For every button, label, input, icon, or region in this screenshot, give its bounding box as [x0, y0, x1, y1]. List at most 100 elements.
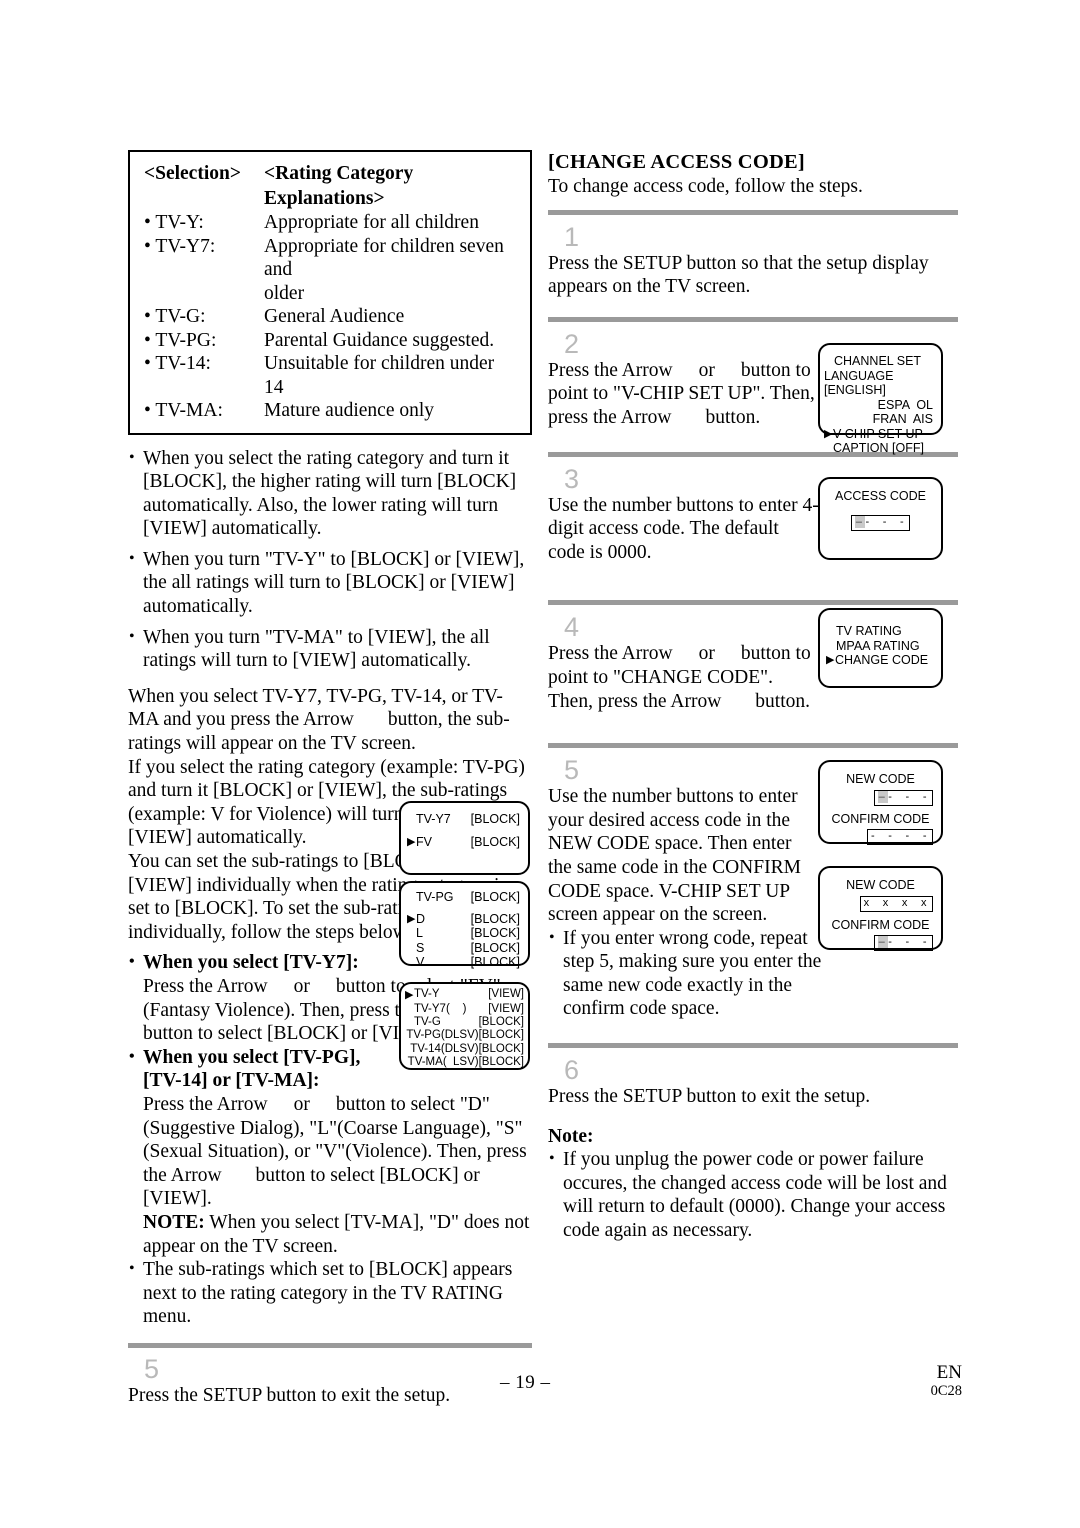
- screen-diagram-new-code-empty: NEW CODE –- - - CONFIRM CODE - - - -: [818, 760, 943, 845]
- rating-category-table: <Selection> <Rating Category Explanation…: [128, 150, 532, 435]
- screen-row-value: [BLOCK]: [478, 1042, 524, 1055]
- cursor-arrow-icon: ▶: [824, 427, 833, 440]
- screen-row-label: TV-14: [410, 1042, 441, 1055]
- screen-row-value: [VIEW]: [488, 1002, 524, 1015]
- code-dashes: - - -: [888, 790, 929, 803]
- cursor-arrow-icon: ▶: [826, 654, 835, 666]
- screen-row-value: [BLOCK]: [478, 1015, 524, 1028]
- screen-row: TV-PG (DLSV) [BLOCK]: [405, 1029, 524, 1042]
- step-4-text: Press the Arrow or button to point to "CHA…: [548, 642, 820, 713]
- divider: [548, 209, 958, 215]
- table-row: • TV-14: Unsuitable for children under 1…: [144, 352, 516, 399]
- screen-row: TV-14 (DLSV) [BLOCK]: [405, 1043, 524, 1056]
- new-code-field[interactable]: –- - -: [873, 789, 933, 806]
- table-row: • TV-Y7: Appropriate for children seven …: [144, 235, 516, 282]
- screen-diagram-vchip-menu: TV RATING MPAA RATING ▶ CHANGE CODE: [818, 608, 943, 688]
- screen-row-label: L: [416, 926, 423, 940]
- rating-selection: • TV-PG:: [144, 329, 217, 351]
- screen-row: ▶ TV-Y [VIEW]: [405, 988, 524, 1003]
- rating-selection: • TV-MA:: [144, 400, 223, 421]
- step-1-text: Press the SETUP button so that the setup…: [548, 252, 929, 298]
- new-code-field[interactable]: x x x x: [859, 895, 933, 912]
- confirm-code-field[interactable]: –- - -: [873, 935, 933, 951]
- note-tvma: NOTE: When you select [TV-MA], "D" does …: [128, 1211, 532, 1258]
- code-dashes: - - -: [888, 936, 929, 948]
- menu-row: FRAN AIS: [824, 412, 937, 427]
- rating-selection: • TV-Y7:: [144, 235, 216, 257]
- footer-language: EN: [936, 1362, 962, 1383]
- screen-row-label: TV-Y: [414, 988, 440, 1000]
- screen-row-label: V: [416, 955, 425, 969]
- screen-row-value: [BLOCK]: [470, 812, 520, 826]
- screen-row-value: [BLOCK]: [470, 940, 520, 955]
- menu-row: TV RATING: [826, 624, 935, 639]
- cursor-arrow-icon: [407, 941, 416, 956]
- rating-header-explanation: <Rating Category Explanations>: [264, 163, 414, 209]
- instructions-tvpg: Press the Arrow or button to select "D"(Su…: [128, 1093, 532, 1211]
- cursor-arrow-icon: ▶: [405, 989, 414, 1001]
- section-intro: To change access code, follow the steps.: [548, 176, 863, 197]
- screen-diagram-new-code-filled: NEW CODE x x x x CONFIRM CODE –- - -: [818, 866, 943, 951]
- screen-row-value: [BLOCK]: [470, 955, 520, 969]
- screen-row: S [BLOCK]: [407, 941, 520, 956]
- divider: [548, 600, 958, 606]
- note-bullet-final: The sub-ratings which set to [BLOCK] app…: [128, 1257, 532, 1329]
- footer-doc-code: 0C28: [930, 1383, 962, 1399]
- confirm-code-field[interactable]: - - - -: [867, 829, 933, 845]
- screen-row: TV-Y7 ( ) [VIEW]: [405, 1003, 524, 1016]
- menu-row: MPAA RATING: [826, 639, 935, 654]
- tvpg-heading-line2: [TV-14] or [TV-MA]:: [143, 1070, 320, 1092]
- paragraph-subratings-appear: When you select TV-Y7, TV-PG, TV-14, or …: [128, 685, 532, 756]
- table-row: • TV-PG: Parental Guidance suggested.: [144, 329, 516, 353]
- menu-row-label: LANGUAGE [ENGLISH]: [824, 368, 894, 398]
- access-code-field[interactable]: –- - -: [850, 514, 911, 531]
- divider: [128, 1342, 532, 1348]
- rating-explanation: Mature audience only: [264, 400, 435, 421]
- confirm-code-label: CONFIRM CODE: [831, 811, 930, 826]
- code-cursor: –: [877, 936, 889, 948]
- note-bullet: When you turn "TV-MA" to [VIEW], the all…: [128, 625, 532, 673]
- manual-page: <Selection> <Rating Category Explanation…: [0, 0, 1080, 1528]
- rating-selection: • TV-G:: [144, 306, 206, 327]
- screen-row-label: FV: [416, 834, 432, 849]
- rating-explanation: Unsuitable for children under 14: [264, 353, 495, 398]
- screen-diagram-access-code: ACCESS CODE –- - -: [818, 477, 943, 560]
- divider: [548, 316, 958, 322]
- cursor-arrow-icon: [405, 1003, 414, 1016]
- step-5-bullet: If you enter wrong code, repeat step 5, …: [548, 926, 835, 1021]
- note-bullet: If you unplug the power code or power fa…: [548, 1147, 958, 1242]
- rating-table-header: <Selection> <Rating Category Explanation…: [144, 161, 516, 211]
- screen-row: V [BLOCK]: [407, 955, 520, 970]
- step-number-6: 6: [564, 1055, 580, 1086]
- cursor-arrow-icon: [407, 812, 416, 827]
- menu-row-label: ESPA OL: [877, 397, 933, 412]
- step-5-text: Use the number buttons to enter your des…: [548, 786, 801, 926]
- rating-header-selection: <Selection>: [144, 163, 241, 184]
- menu-row: CAPTION [OFF]: [824, 441, 937, 456]
- tvy7-text-a: Press the Arrow: [143, 975, 268, 997]
- screen-row-label: D: [416, 911, 426, 926]
- screen-row-label: TV-MA: [407, 1056, 443, 1069]
- screen-row-label: TV-Y7: [416, 812, 451, 826]
- step-6-text: Press the SETUP button to exit the setup…: [548, 1086, 871, 1108]
- rating-selection: • TV-14:: [144, 353, 211, 374]
- rating-selection: • TV-Y:: [144, 212, 204, 233]
- screen-row-label: TV-PG: [406, 1029, 441, 1042]
- menu-row: ESPA OL: [824, 398, 937, 413]
- step-4-text-d: button.: [755, 690, 811, 712]
- screen-row-value: [BLOCK]: [470, 911, 520, 926]
- screen-row: TV-MA ( LSV) [BLOCK]: [405, 1056, 524, 1069]
- rating-explanation: Appropriate for all children: [264, 212, 479, 233]
- left-column: <Selection> <Rating Category Explanation…: [128, 150, 532, 1407]
- screen-diagram-tvy7: TV-Y7 [BLOCK] ▶ FV [BLOCK]: [399, 801, 530, 875]
- new-code-label: NEW CODE: [846, 878, 915, 892]
- table-row: • TV-Y: Appropriate for all children: [144, 211, 516, 235]
- rating-explanation: General Audience: [264, 306, 405, 327]
- rating-explanation-continued: older: [264, 282, 305, 304]
- step-number-5-left: 5: [144, 1353, 160, 1384]
- screen-row-label: TV-PG: [416, 890, 454, 904]
- step-2-text-b: or: [698, 359, 715, 381]
- cursor-arrow-icon: [407, 955, 416, 970]
- step-2-text-a: Press the Arrow: [548, 359, 673, 381]
- table-row: • TV-MA: Mature audience only: [144, 399, 516, 423]
